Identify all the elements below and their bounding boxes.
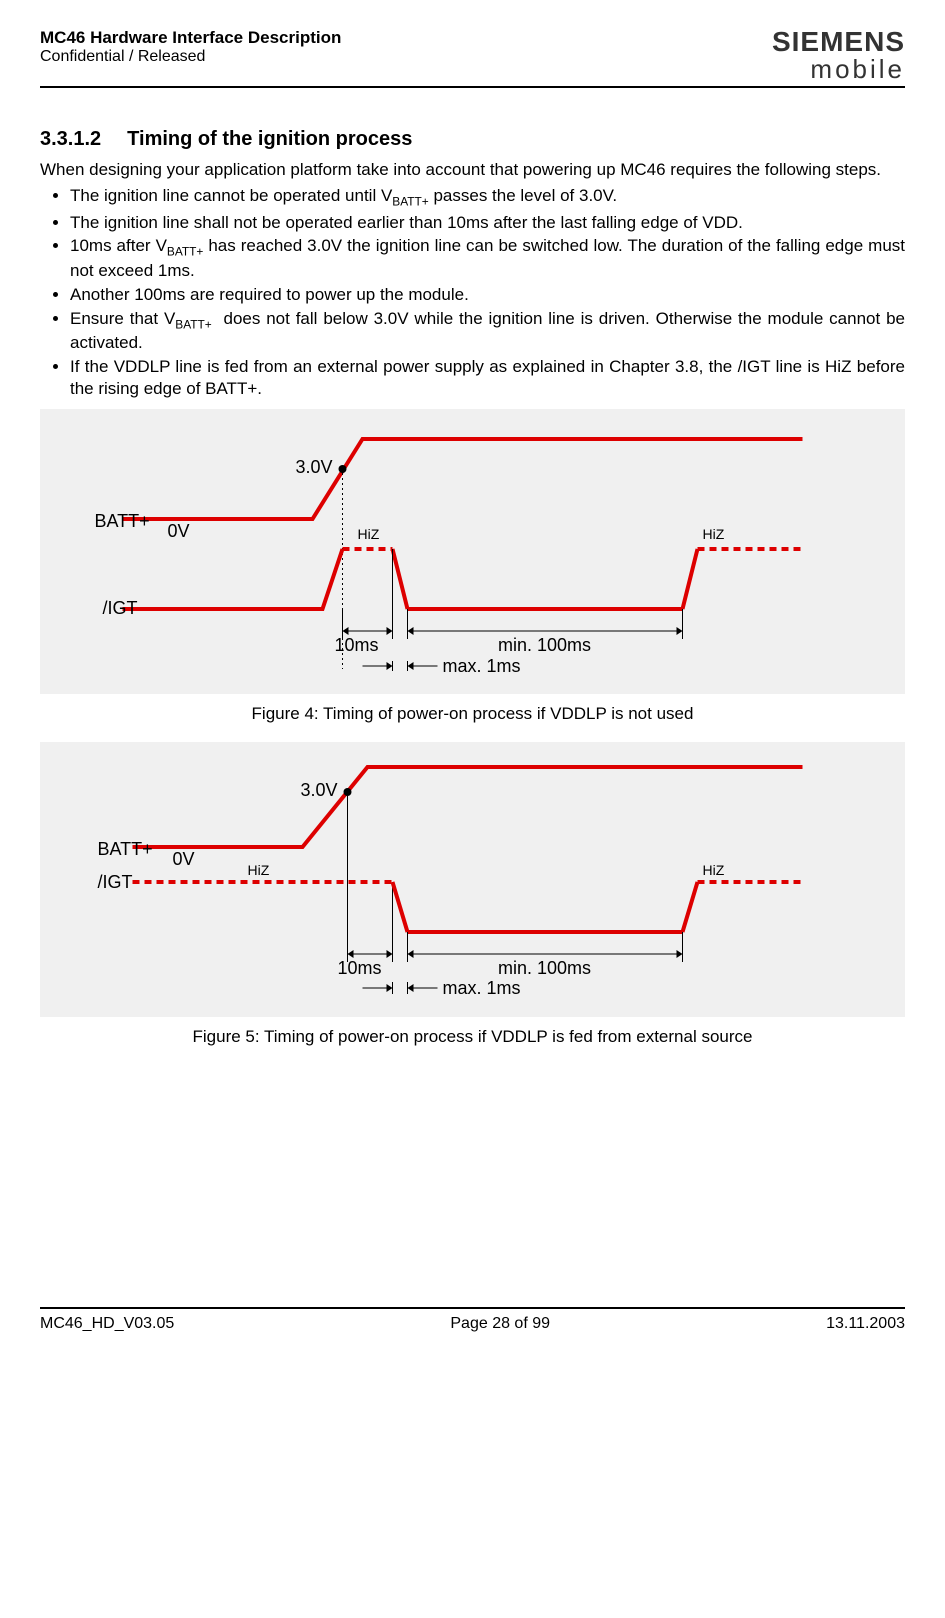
svg-text:min. 100ms: min. 100ms [498, 958, 591, 978]
siemens-logo: SIEMENS mobile [772, 28, 905, 82]
svg-text:/IGT: /IGT [103, 598, 138, 618]
svg-text:0V: 0V [173, 849, 195, 869]
list-item: Ensure that VBATT+ does not fall below 3… [70, 308, 905, 354]
figure-5-diagram: 3.0V 0V BATT+ HiZ HiZ /IGT [40, 742, 905, 1017]
svg-text:min. 100ms: min. 100ms [498, 635, 591, 655]
figure-4-caption: Figure 4: Timing of power-on process if … [40, 704, 905, 724]
section-title: Timing of the ignition process [127, 128, 412, 150]
svg-text:/IGT: /IGT [98, 872, 133, 892]
list-item: If the VDDLP line is fed from an externa… [70, 356, 905, 400]
footer-right: 13.11.2003 [826, 1315, 905, 1333]
svg-text:10ms: 10ms [338, 958, 382, 978]
bullet-list: The ignition line cannot be operated unt… [40, 185, 905, 399]
svg-text:BATT+: BATT+ [95, 511, 150, 531]
svg-text:3.0V: 3.0V [295, 457, 332, 477]
svg-text:HiZ: HiZ [703, 862, 725, 878]
footer-left: MC46_HD_V03.05 [40, 1315, 174, 1333]
logo-top: SIEMENS [772, 28, 905, 56]
figure-5-caption: Figure 5: Timing of power-on process if … [40, 1027, 905, 1047]
svg-text:BATT+: BATT+ [98, 839, 153, 859]
intro-paragraph: When designing your application platform… [40, 159, 905, 181]
content: 3.3.1.2 Timing of the ignition process Wh… [40, 88, 905, 1047]
footer-center: Page 28 of 99 [450, 1315, 550, 1333]
svg-text:10ms: 10ms [335, 635, 379, 655]
svg-text:HiZ: HiZ [248, 862, 270, 878]
logo-bottom: mobile [772, 56, 905, 82]
page-header: MC46 Hardware Interface Description Conf… [40, 28, 905, 88]
list-item: 10ms after VBATT+ has reached 3.0V the i… [70, 235, 905, 281]
page-footer: MC46_HD_V03.05 Page 28 of 99 13.11.2003 [40, 1307, 905, 1333]
svg-text:max. 1ms: max. 1ms [443, 978, 521, 998]
figure-4-diagram: 3.0V 0V BATT+ HiZ HiZ /IG [40, 409, 905, 694]
list-item: The ignition line shall not be operated … [70, 212, 905, 234]
svg-text:max. 1ms: max. 1ms [443, 656, 521, 676]
svg-text:3.0V: 3.0V [300, 780, 337, 800]
svg-text:HiZ: HiZ [358, 526, 380, 542]
list-item: The ignition line cannot be operated unt… [70, 185, 905, 210]
doc-confidential: Confidential / Released [40, 48, 341, 66]
list-item: Another 100ms are required to power up t… [70, 284, 905, 306]
svg-text:HiZ: HiZ [703, 526, 725, 542]
svg-text:0V: 0V [168, 521, 190, 541]
section-heading: 3.3.1.2 Timing of the ignition process [40, 128, 905, 151]
section-number: 3.3.1.2 [40, 128, 101, 151]
doc-title: MC46 Hardware Interface Description [40, 28, 341, 48]
